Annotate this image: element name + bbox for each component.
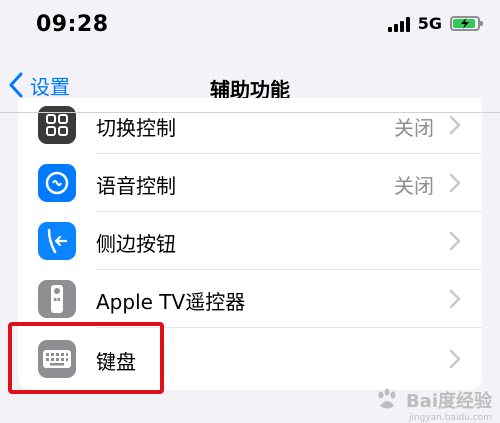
voice-control-icon — [38, 164, 76, 202]
status-bar: 09:28 5G — [0, 0, 500, 52]
list-item-label: 切换控制 — [96, 116, 176, 140]
list-item-side-button[interactable]: 侧边按钮 — [18, 212, 482, 270]
network-type: 5G — [417, 14, 442, 33]
signal-icon — [387, 16, 410, 32]
chevron-right-icon — [449, 289, 461, 309]
nav-divider — [0, 112, 500, 113]
list-item-voice-control[interactable]: 语音控制 关闭 — [18, 154, 482, 212]
chevron-right-icon — [449, 173, 461, 193]
list-item-switch-control[interactable]: 切换控制 关闭 — [18, 98, 482, 154]
watermark-subtext: jingyan.baidu.com — [408, 413, 492, 423]
list-item-label: 侧边按钮 — [96, 232, 176, 256]
highlight-box — [8, 322, 164, 394]
apple-tv-remote-icon — [38, 280, 76, 318]
list-item-value: 关闭 — [394, 116, 434, 140]
list-item-value: 关闭 — [394, 174, 434, 198]
status-indicators: 5G — [387, 14, 483, 33]
list-item-label: Apple TV遥控器 — [96, 290, 246, 314]
chevron-right-icon — [449, 349, 461, 369]
side-button-icon — [38, 222, 76, 260]
chevron-right-icon — [449, 115, 461, 135]
status-time: 09:28 — [36, 12, 109, 37]
list-item-label: 语音控制 — [96, 174, 176, 198]
chevron-right-icon — [449, 231, 461, 251]
watermark: Bai度经验 jingyan.baidu.com — [374, 387, 492, 423]
paw-logo — [378, 388, 396, 409]
battery-icon — [450, 16, 483, 31]
list-item-apple-tv-remote[interactable]: Apple TV遥控器 — [18, 270, 482, 328]
watermark-text: Bai度经验 — [405, 391, 492, 412]
